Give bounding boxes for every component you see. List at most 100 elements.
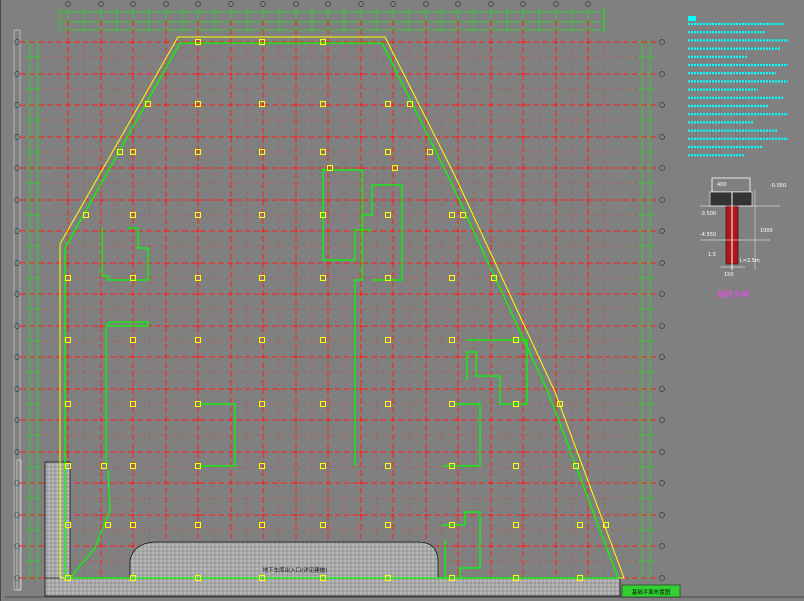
grid-node <box>586 166 590 170</box>
grid-node <box>131 418 135 422</box>
grid-node <box>586 292 590 296</box>
grid-node <box>489 166 493 170</box>
grid-node <box>554 72 558 76</box>
grid-node <box>66 40 70 44</box>
grid-node <box>196 513 200 517</box>
grid-node <box>391 40 395 44</box>
axis-bubble <box>14 291 20 297</box>
grid-node <box>229 324 233 328</box>
grid-node <box>164 135 168 139</box>
grid-node <box>294 324 298 328</box>
anchor-square <box>105 522 111 528</box>
grid-node <box>261 450 265 454</box>
grid-node <box>489 72 493 76</box>
grid-node <box>294 418 298 422</box>
grid-node <box>99 103 103 107</box>
foundation-plan-drawing: 地下车库出入口(详见建施) 400 -0.050 -3.500 -4.550 1… <box>0 0 804 601</box>
grid-node <box>66 292 70 296</box>
axis-bubble <box>14 197 20 203</box>
grid-node <box>489 229 493 233</box>
grid-node <box>391 324 395 328</box>
anchor-detail: 400 -0.050 -3.500 -4.550 1000 L=2.5m 150… <box>700 177 786 299</box>
axis-bubble <box>659 449 665 455</box>
grid-node <box>99 72 103 76</box>
grid-node <box>131 40 135 44</box>
grid-node <box>521 72 525 76</box>
grid-node <box>326 513 330 517</box>
grid-node <box>326 198 330 202</box>
grid-node <box>164 324 168 328</box>
anchor-square <box>320 337 326 343</box>
grid-node <box>326 481 330 485</box>
grid-node <box>424 198 428 202</box>
grid-node <box>66 72 70 76</box>
grid-node <box>326 355 330 359</box>
grid-node <box>326 292 330 296</box>
grid-node <box>164 261 168 265</box>
grid-node <box>99 544 103 548</box>
grid-node <box>164 481 168 485</box>
grid-node <box>229 450 233 454</box>
grid-node <box>294 229 298 233</box>
grid-node <box>261 166 265 170</box>
grid-node <box>229 261 233 265</box>
grid-node <box>99 198 103 202</box>
anchor-square <box>320 522 326 528</box>
grid-node <box>489 198 493 202</box>
grid-node <box>359 135 363 139</box>
grid-node <box>554 261 558 265</box>
grid-node <box>456 166 460 170</box>
axis-bubble <box>65 1 71 7</box>
grid-node <box>229 387 233 391</box>
grid-node <box>359 450 363 454</box>
grid-node <box>66 166 70 170</box>
grid-node <box>99 324 103 328</box>
grid-node <box>456 103 460 107</box>
grid-node <box>456 135 460 139</box>
grid-node <box>229 355 233 359</box>
detail-title: 锚杆大样 <box>717 289 749 299</box>
grid-node <box>521 198 525 202</box>
grid-node <box>261 355 265 359</box>
grid-node <box>554 198 558 202</box>
grid-node <box>261 103 265 107</box>
axis-bubble <box>659 165 665 171</box>
grid-node <box>164 355 168 359</box>
grid-node <box>424 166 428 170</box>
grid-node <box>391 418 395 422</box>
grid-node <box>456 292 460 296</box>
grid-node <box>521 418 525 422</box>
grid-node <box>391 513 395 517</box>
grid-node <box>196 292 200 296</box>
grid-node <box>164 72 168 76</box>
grid-node <box>424 324 428 328</box>
axis-bubble <box>659 512 665 518</box>
grid-node <box>294 198 298 202</box>
grid-node <box>489 544 493 548</box>
grid-node <box>554 40 558 44</box>
grid-node <box>489 355 493 359</box>
grid-node <box>164 103 168 107</box>
anchor-square <box>385 463 391 469</box>
grid-node <box>229 198 233 202</box>
grid-node <box>424 72 428 76</box>
grid-node <box>164 229 168 233</box>
grid-node <box>554 135 558 139</box>
grid-node <box>359 513 363 517</box>
anchor-square <box>259 337 265 343</box>
grid-node <box>164 166 168 170</box>
grid-node <box>99 513 103 517</box>
grid-node <box>456 40 460 44</box>
grid-node <box>359 166 363 170</box>
grid-node <box>261 292 265 296</box>
grid-node <box>424 387 428 391</box>
axis-bubble <box>659 134 665 140</box>
design-notes <box>688 16 788 157</box>
detail-dim-side: 1000 <box>760 228 773 234</box>
grid-node <box>131 229 135 233</box>
grid-node <box>586 261 590 265</box>
anchor-square <box>320 463 326 469</box>
grid-node <box>554 418 558 422</box>
grid-node <box>391 72 395 76</box>
grid-node <box>294 355 298 359</box>
